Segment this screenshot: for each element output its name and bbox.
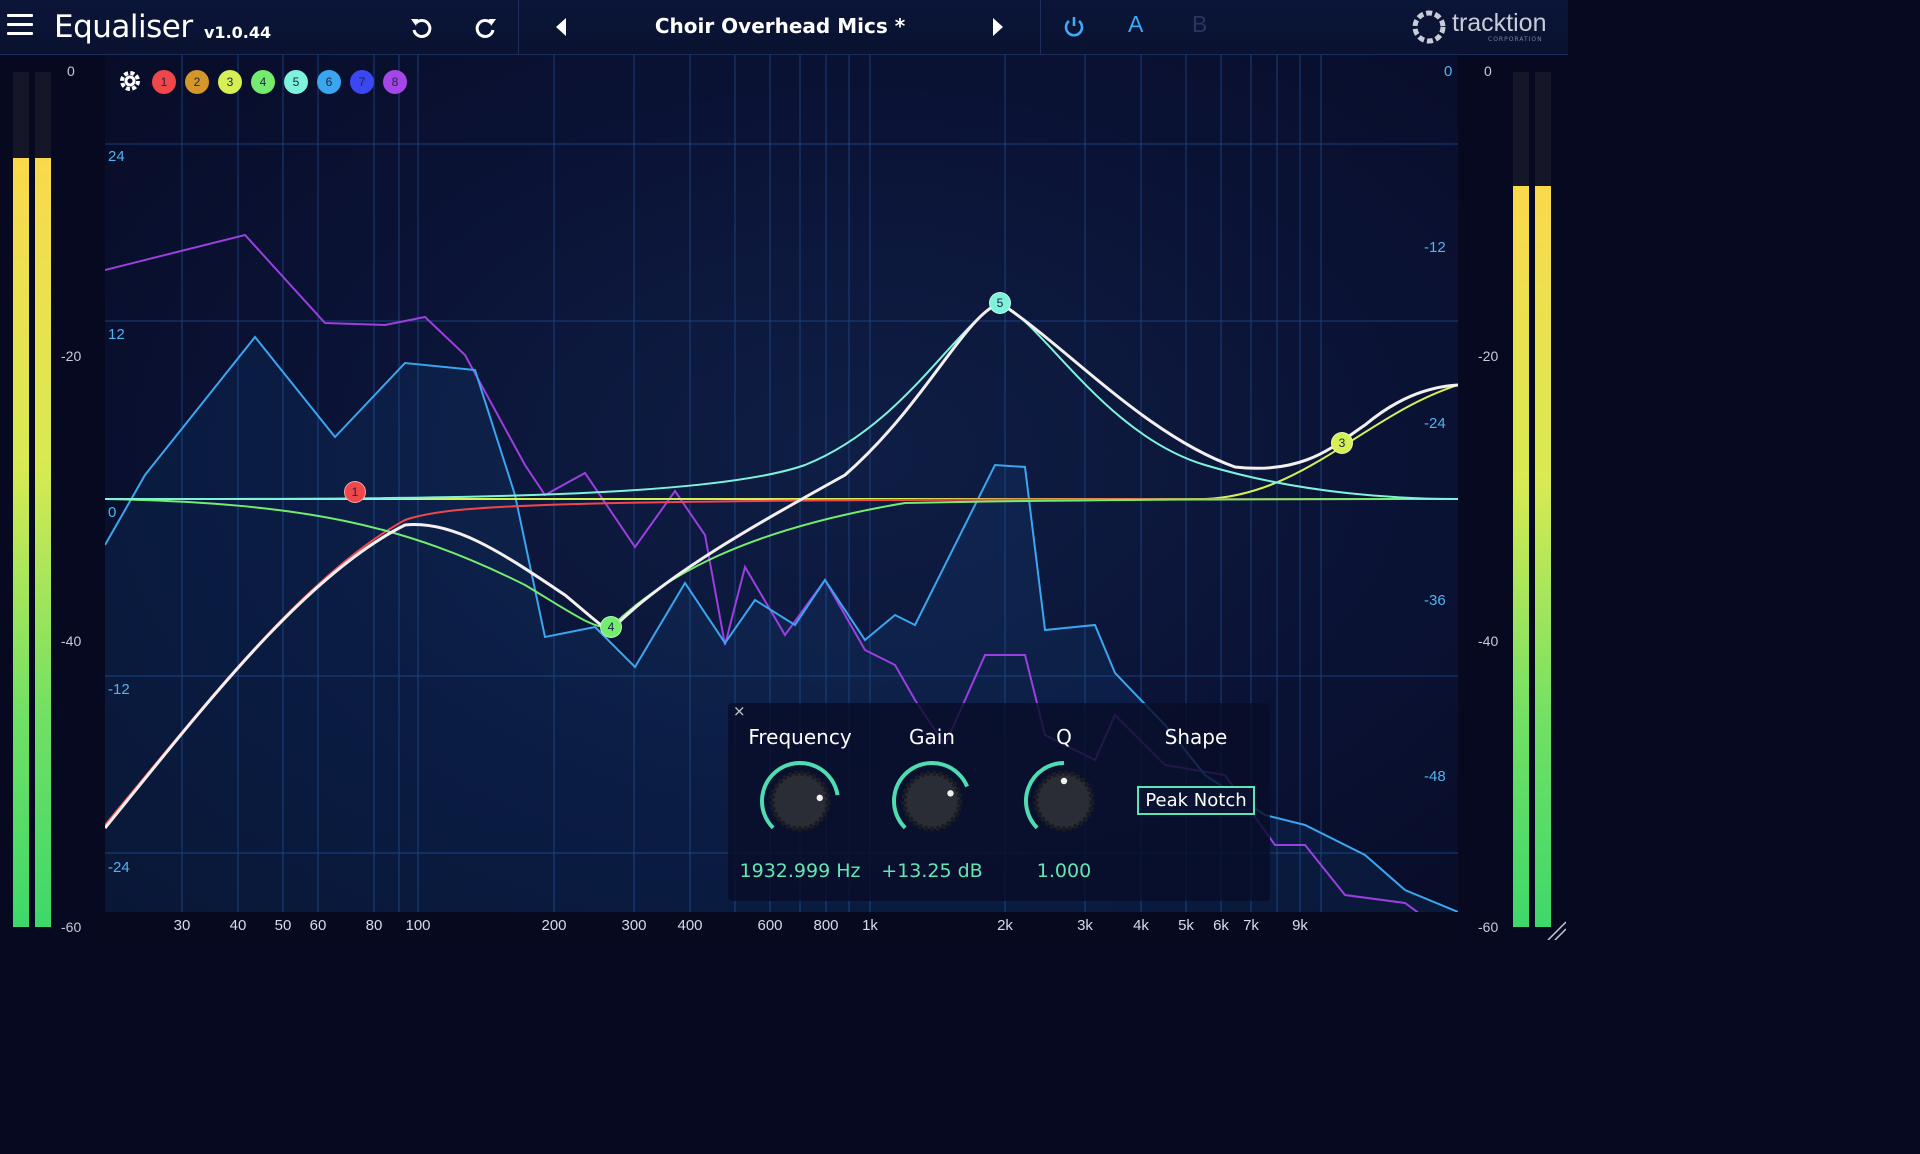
freq-tick-label: 40 <box>229 917 247 934</box>
q-label: Q <box>1056 725 1072 749</box>
spectrum-label: -48 <box>1424 768 1446 785</box>
freq-tick-label: 600 <box>757 917 783 934</box>
gain-label: 24 <box>108 148 125 165</box>
freq-tick-label: 200 <box>541 917 567 934</box>
input-meter-left <box>13 72 29 927</box>
band-6-toggle[interactable]: 6 <box>317 70 341 94</box>
ab-button-b[interactable]: B <box>1192 11 1207 38</box>
redo-icon[interactable] <box>467 9 503 45</box>
app-version: v1.0.44 <box>204 23 272 42</box>
freq-tick-label: 400 <box>677 917 703 934</box>
meter-scale-label: -60 <box>1478 919 1499 935</box>
freq-tick-label: 2k <box>997 917 1013 934</box>
knob-body <box>901 770 963 832</box>
gain-label: 0 <box>108 504 117 521</box>
spectrum-label: -12 <box>1424 239 1446 256</box>
band-node-3[interactable]: 3 <box>1331 432 1353 454</box>
band-1-toggle[interactable]: 1 <box>152 70 176 94</box>
meter-scale-label: -40 <box>61 633 82 649</box>
meter-scale-label: -20 <box>61 348 82 364</box>
resize-handle-icon[interactable] <box>1546 920 1567 944</box>
previous-preset-icon[interactable] <box>543 9 579 45</box>
settings-gear-icon[interactable] <box>117 68 143 98</box>
band-node-1[interactable]: 1 <box>344 481 366 503</box>
freq-tick-label: 30 <box>173 917 191 934</box>
band-2-toggle[interactable]: 2 <box>185 70 209 94</box>
meter-scale-label: -60 <box>61 919 82 935</box>
ab-button-a[interactable]: A <box>1128 11 1143 38</box>
gain-label: Gain <box>909 725 955 749</box>
freq-tick-label: 3k <box>1077 917 1093 934</box>
spectrum-label: -36 <box>1424 592 1446 609</box>
meter-scale-label: -20 <box>1478 348 1499 364</box>
freq-tick-label: 800 <box>813 917 839 934</box>
frequency-label: Frequency <box>748 725 852 749</box>
next-preset-icon[interactable] <box>980 9 1016 45</box>
freq-tick-label: 80 <box>365 917 383 934</box>
gain-label: 12 <box>108 326 125 343</box>
gain-value[interactable]: +13.25 dB <box>881 860 982 882</box>
output-meter-right <box>1535 72 1551 927</box>
freq-tick-label: 100 <box>405 917 431 934</box>
spectrum-label: -24 <box>1424 415 1446 432</box>
band-node-5[interactable]: 5 <box>989 292 1011 314</box>
band-5-toggle[interactable]: 5 <box>284 70 308 94</box>
freq-tick-label: 60 <box>309 917 327 934</box>
logo-text: tracktion <box>1452 9 1547 37</box>
toolbar-divider <box>518 0 519 54</box>
meter-scale-label: 0 <box>1484 63 1492 79</box>
freq-tick-label: 50 <box>274 917 292 934</box>
gain-knob[interactable] <box>889 758 975 844</box>
power-icon[interactable] <box>1056 9 1092 45</box>
spectrum-label: 0 <box>1444 63 1453 80</box>
freq-tick-label: 4k <box>1133 917 1149 934</box>
band-8-toggle[interactable]: 8 <box>383 70 407 94</box>
frequency-knob[interactable] <box>757 758 843 844</box>
knob-indicator <box>1060 777 1068 785</box>
shape-select[interactable]: Peak Notch <box>1137 786 1255 815</box>
knob-indicator <box>947 790 954 797</box>
logo-subtext: CORPORATION <box>1488 36 1543 43</box>
freq-tick-label: 300 <box>621 917 647 934</box>
band-4-toggle[interactable]: 4 <box>251 70 275 94</box>
freq-tick-label: 6k <box>1213 917 1229 934</box>
q-value[interactable]: 1.000 <box>1037 860 1091 882</box>
q-knob[interactable] <box>1021 758 1107 844</box>
gain-label: -12 <box>108 681 130 698</box>
close-icon[interactable]: × <box>733 704 747 719</box>
app-title: Equaliser <box>54 9 193 45</box>
output-meter-left <box>1513 72 1529 927</box>
menu-icon[interactable] <box>7 14 33 36</box>
undo-icon[interactable] <box>404 9 440 45</box>
preset-name[interactable]: Choir Overhead Mics * <box>580 14 980 38</box>
tracktion-logo-icon <box>1410 8 1448 50</box>
band-node-4[interactable]: 4 <box>600 616 622 638</box>
frequency-value[interactable]: 1932.999 Hz <box>740 860 861 882</box>
shape-label: Shape <box>1164 725 1228 749</box>
toolbar-divider <box>1040 0 1041 54</box>
gain-label: -24 <box>108 859 130 876</box>
freq-tick-label: 7k <box>1243 917 1259 934</box>
band-3-toggle[interactable]: 3 <box>218 70 242 94</box>
band-7-toggle[interactable]: 7 <box>350 70 374 94</box>
freq-tick-label: 5k <box>1178 917 1194 934</box>
input-meter-right <box>35 72 51 927</box>
knob-indicator <box>816 794 823 802</box>
freq-tick-label: 1k <box>862 917 878 934</box>
meter-scale-label: -40 <box>1478 633 1499 649</box>
meter-scale-label: 0 <box>67 63 75 79</box>
freq-tick-label: 9k <box>1292 917 1308 934</box>
